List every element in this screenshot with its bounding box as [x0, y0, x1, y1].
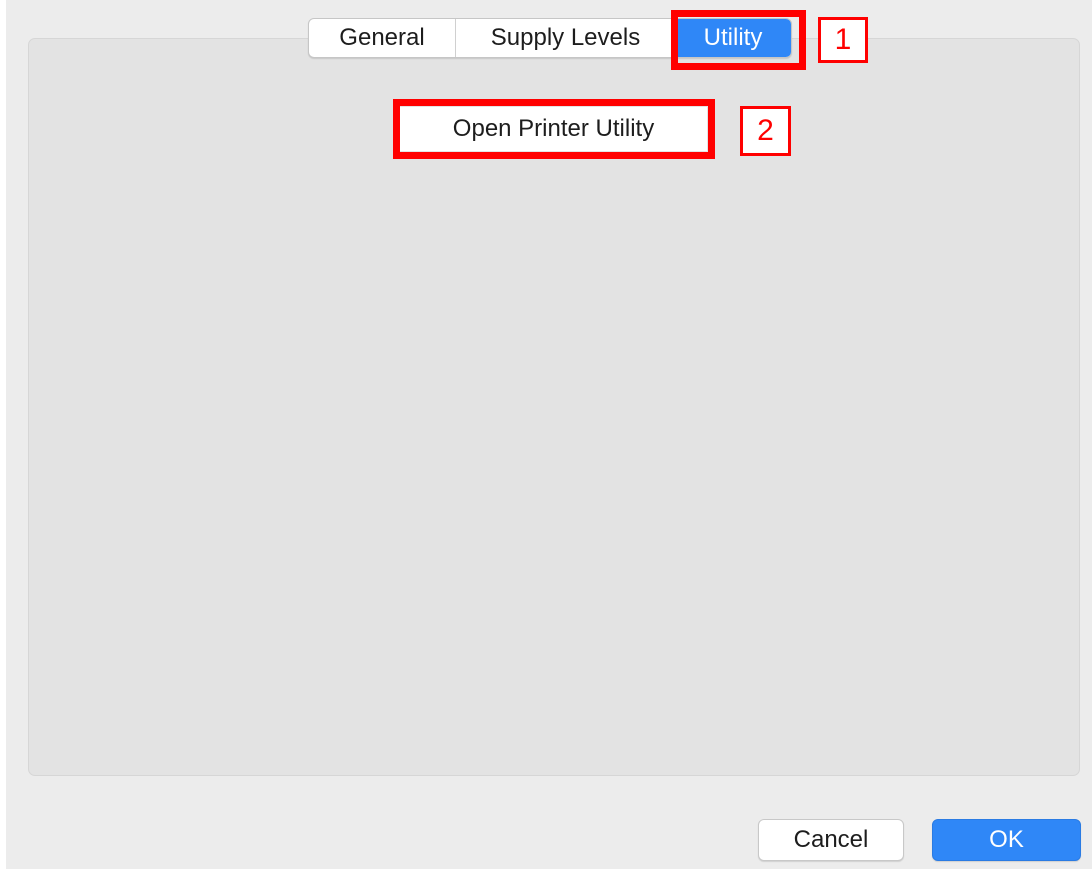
callout-number-2: 2 [740, 106, 791, 156]
callout-number-1: 1 [818, 17, 868, 63]
tab-supply-levels[interactable]: Supply Levels [456, 19, 675, 57]
ok-button[interactable]: OK [932, 819, 1081, 861]
cancel-button[interactable]: Cancel [758, 819, 904, 861]
callout-highlight-utility-tab [671, 10, 806, 70]
window-edge [0, 0, 6, 869]
tab-general[interactable]: General [309, 19, 456, 57]
callout-highlight-open-printer-utility [393, 99, 715, 159]
